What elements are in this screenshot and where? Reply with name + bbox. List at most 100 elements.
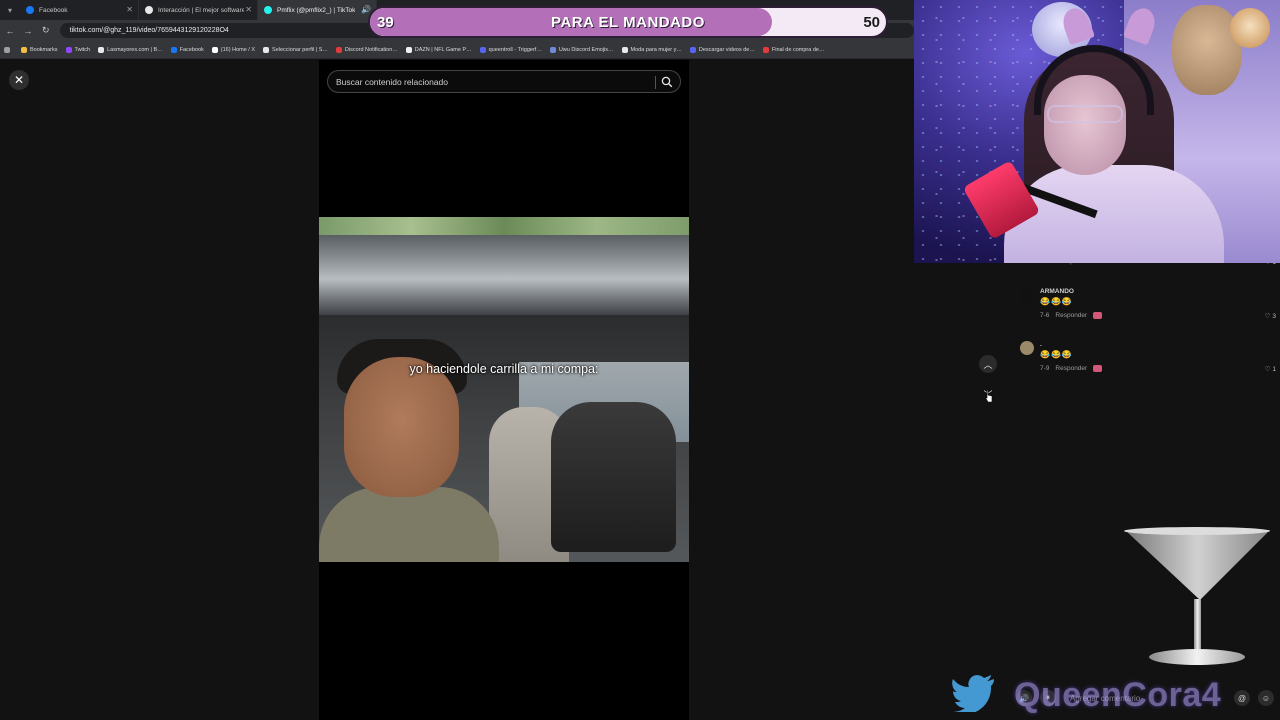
streamer-name: QueenCora4	[1014, 676, 1222, 714]
bookmark-label: DAZN | NFL Game P…	[414, 46, 472, 53]
bookmark-label: Descargar videos de…	[698, 46, 755, 53]
bookmark-label: Lasmayores.com | B…	[107, 46, 163, 53]
bookmark-label: Bookmarks	[30, 46, 58, 53]
site-icon	[621, 46, 628, 53]
cat-ears	[1058, 4, 1164, 48]
previous-video-button[interactable]: ︿	[979, 355, 997, 373]
comment-date: 7-9	[1040, 365, 1050, 372]
reply-link[interactable]: Responder	[1055, 365, 1087, 372]
likes-number: 1	[1272, 366, 1276, 373]
bookmark-item[interactable]: Discord Notification…	[335, 46, 398, 53]
tab-label: Pmflix (@pmflix2_) | TikTok	[277, 6, 356, 14]
close-icon[interactable]: ✕	[9, 70, 29, 90]
bookmark-item[interactable]: Descargar videos de…	[689, 46, 755, 53]
twitter-icon	[952, 675, 994, 712]
creator-like-icon	[1093, 365, 1103, 372]
search-placeholder: Buscar contenido relacionado	[336, 76, 448, 87]
video-player[interactable]: yo haciendole carrilla a mi compa:	[319, 217, 689, 562]
like-count[interactable]: ♡ 3	[1265, 312, 1276, 320]
bookmark-item[interactable]: Facebook	[170, 46, 204, 53]
comment-author[interactable]: .	[1040, 341, 1042, 348]
apps-grid-icon	[4, 46, 10, 53]
comment-meta: 7-6 Responder	[1040, 312, 1103, 319]
bookmark-label: Facebook	[179, 46, 204, 53]
tab-facebook[interactable]: Facebook ✕	[20, 0, 139, 20]
bookmark-item[interactable]: Bookmarks	[21, 46, 58, 53]
driver-shirt	[319, 487, 499, 562]
cat-ear-right	[1122, 4, 1160, 46]
triggerfyre-icon	[479, 46, 486, 53]
streamer-branding: QueenCora4	[950, 672, 1280, 720]
search-divider	[655, 76, 656, 89]
back-icon[interactable]: ←	[2, 20, 18, 41]
twitch-icon	[65, 46, 72, 53]
bookmark-label: Moda para mujer y…	[630, 46, 682, 53]
url-text: tiktok.com/@ghz_119/video/76594431291202…	[69, 27, 229, 34]
mouse-cursor-icon	[985, 390, 993, 402]
bookmark-label: Seleccionar perfil | S…	[272, 46, 328, 53]
close-tab-icon[interactable]: ✕	[126, 5, 133, 14]
bookmark-label: queentroll - Triggerf…	[488, 46, 542, 53]
video-car-roof	[319, 235, 689, 315]
bookmark-label: Discord Notification…	[344, 46, 398, 53]
tab-search-icon[interactable]: ▾	[0, 0, 20, 20]
close-tab-icon[interactable]: ✕	[245, 5, 252, 14]
bookmark-item[interactable]: queentroll - Triggerf…	[479, 46, 542, 53]
streamer-hoodie	[1004, 165, 1224, 263]
goal-target: 50	[863, 14, 880, 31]
reply-link[interactable]: Responder	[1055, 312, 1087, 319]
search-icon[interactable]	[661, 76, 673, 88]
bookmarks-bar: Bookmarks Twitch Lasmayores.com | B… Fac…	[0, 41, 914, 59]
bookmark-item[interactable]: (16) Home / X	[211, 46, 256, 53]
comment-date: 7-6	[1040, 312, 1050, 319]
bookmark-item[interactable]: Lasmayores.com | B…	[98, 46, 163, 53]
tab-interaccion[interactable]: Interacción | El mejor software… ✕	[139, 0, 258, 20]
bookmark-item[interactable]: DAZN | NFL Game P…	[405, 46, 472, 53]
dazn-icon	[405, 46, 412, 53]
likes-number: 3	[1272, 313, 1276, 320]
reload-icon[interactable]: ↻	[38, 20, 54, 41]
bookmark-item[interactable]: Moda para mujer y…	[621, 46, 682, 53]
driver-face	[344, 357, 459, 497]
bookmark-item[interactable]: Uwu Discord Emojis…	[549, 46, 614, 53]
related-search-input[interactable]: Buscar contenido relacionado	[327, 70, 681, 93]
tab-tiktok[interactable]: Pmflix (@pmflix2_) | TikTok 🔊	[258, 0, 377, 20]
tiktok-icon	[264, 6, 272, 14]
discord-icon	[549, 46, 556, 53]
bookmark-item[interactable]: Final de compra de…	[762, 46, 825, 53]
discord-icon	[335, 46, 342, 53]
martini-glass-icon	[1124, 527, 1270, 665]
site-icon	[263, 46, 270, 53]
comment-meta: 7-9 Responder	[1040, 365, 1103, 372]
bookmark-apps[interactable]	[4, 46, 13, 53]
bookmark-item[interactable]: Twitch	[65, 46, 91, 53]
comment-text: 😂😂😂	[1040, 297, 1073, 306]
avatar[interactable]	[1020, 290, 1034, 304]
comment-author[interactable]: ARMANDO	[1040, 288, 1074, 295]
facebook-icon	[26, 6, 34, 14]
bookmark-label: Uwu Discord Emojis…	[558, 46, 614, 53]
goal-title: PARA EL MANDADO	[551, 14, 705, 31]
bookmark-label: (16) Home / X	[220, 46, 256, 53]
x-icon	[211, 46, 218, 53]
bookmark-label: Final de compra de…	[771, 46, 825, 53]
webcam-feed	[914, 0, 1280, 263]
site-icon	[762, 46, 769, 53]
cat-ear-left	[1058, 4, 1096, 46]
like-count[interactable]: ♡ 1	[1265, 365, 1276, 373]
forward-icon[interactable]: →	[20, 20, 36, 41]
star-icon	[21, 46, 27, 53]
monkey-emote-icon	[1230, 8, 1270, 48]
site-icon	[145, 6, 153, 14]
creator-like-icon	[1093, 312, 1103, 319]
donation-goal-bar: 39 PARA EL MANDADO 50	[368, 6, 888, 38]
tab-label: Facebook	[39, 6, 68, 14]
facebook-icon	[170, 46, 177, 53]
avatar[interactable]	[1020, 341, 1034, 355]
bookmark-item[interactable]: Seleccionar perfil | S…	[263, 46, 328, 53]
site-icon	[98, 46, 105, 53]
video-trees	[319, 217, 689, 237]
video-seat	[551, 402, 676, 552]
bookmark-label: Twitch	[74, 46, 91, 53]
tab-label: Interacción | El mejor software…	[158, 6, 244, 14]
